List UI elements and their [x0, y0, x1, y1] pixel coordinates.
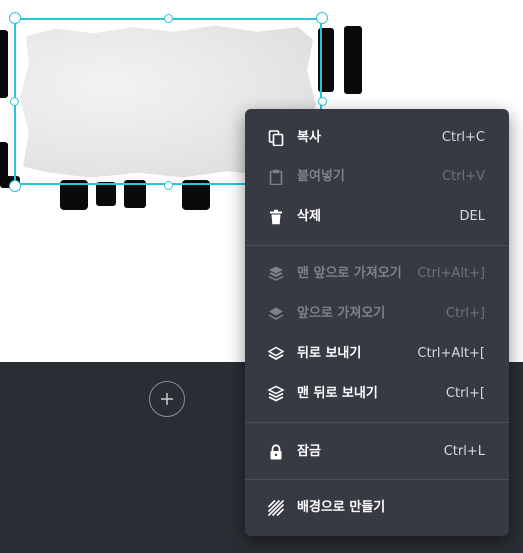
menu-item-label: 맨 뒤로 보내기 — [297, 386, 378, 401]
menu-item-bring-forward[interactable]: 앞으로 가져오기 Ctrl+] — [245, 296, 509, 332]
plus-icon — [161, 393, 173, 405]
layers-up-icon — [267, 265, 285, 283]
resize-handle-top-left[interactable] — [9, 12, 21, 24]
menu-item-shortcut: Ctrl+Alt+[ — [417, 346, 485, 361]
menu-item-set-background[interactable]: 배경으로 만들기 — [245, 490, 509, 526]
clipboard-icon — [267, 168, 285, 186]
menu-item-label: 배경으로 만들기 — [297, 500, 386, 515]
menu-item-shortcut: Ctrl+V — [442, 169, 485, 184]
menu-item-label: 복사 — [297, 130, 321, 145]
menu-item-bring-to-front[interactable]: 맨 앞으로 가져오기 Ctrl+Alt+] — [245, 256, 509, 292]
layer-down-icon — [267, 345, 285, 363]
trash-icon — [267, 208, 285, 226]
menu-item-label: 맨 앞으로 가져오기 — [297, 266, 402, 281]
menu-item-lock[interactable]: 잠금 Ctrl+L — [245, 434, 509, 470]
lock-icon — [267, 443, 285, 461]
menu-item-label: 삭제 — [297, 209, 321, 224]
resize-handle-top[interactable] — [164, 14, 173, 23]
context-menu: 복사 Ctrl+C 붙여넣기 Ctrl+V 삭제 DEL 맨 앞으로 가져오기 … — [245, 109, 509, 536]
menu-item-paste[interactable]: 붙여넣기 Ctrl+V — [245, 159, 509, 195]
menu-item-shortcut: Ctrl+C — [441, 130, 485, 145]
menu-item-send-backward[interactable]: 뒤로 보내기 Ctrl+Alt+[ — [245, 336, 509, 372]
menu-item-label: 잠금 — [297, 444, 321, 459]
layer-up-icon — [267, 305, 285, 323]
menu-separator — [245, 422, 509, 423]
background-hatch-icon — [267, 499, 285, 517]
menu-item-shortcut: Ctrl+Alt+] — [417, 266, 485, 281]
menu-item-label: 붙여넣기 — [297, 169, 345, 184]
add-page-button[interactable] — [149, 381, 185, 417]
menu-item-send-to-back[interactable]: 맨 뒤로 보내기 Ctrl+[ — [245, 376, 509, 412]
resize-handle-left[interactable] — [10, 97, 19, 106]
menu-item-shortcut: Ctrl+L — [443, 444, 485, 459]
resize-handle-bottom[interactable] — [164, 181, 173, 190]
menu-separator — [245, 479, 509, 480]
resize-handle-top-right[interactable] — [316, 12, 328, 24]
menu-separator — [245, 245, 509, 246]
menu-item-shortcut: DEL — [459, 209, 485, 224]
resize-handle-bottom-left[interactable] — [9, 180, 21, 192]
copy-icon — [267, 129, 285, 147]
menu-item-shortcut: Ctrl+[ — [445, 386, 485, 401]
menu-item-label: 앞으로 가져오기 — [297, 306, 386, 321]
menu-item-copy[interactable]: 복사 Ctrl+C — [245, 120, 509, 156]
menu-item-shortcut: Ctrl+] — [445, 306, 485, 321]
menu-item-label: 뒤로 보내기 — [297, 346, 362, 361]
layers-down-icon — [267, 385, 285, 403]
menu-item-delete[interactable]: 삭제 DEL — [245, 199, 509, 235]
resize-handle-right[interactable] — [318, 97, 327, 106]
